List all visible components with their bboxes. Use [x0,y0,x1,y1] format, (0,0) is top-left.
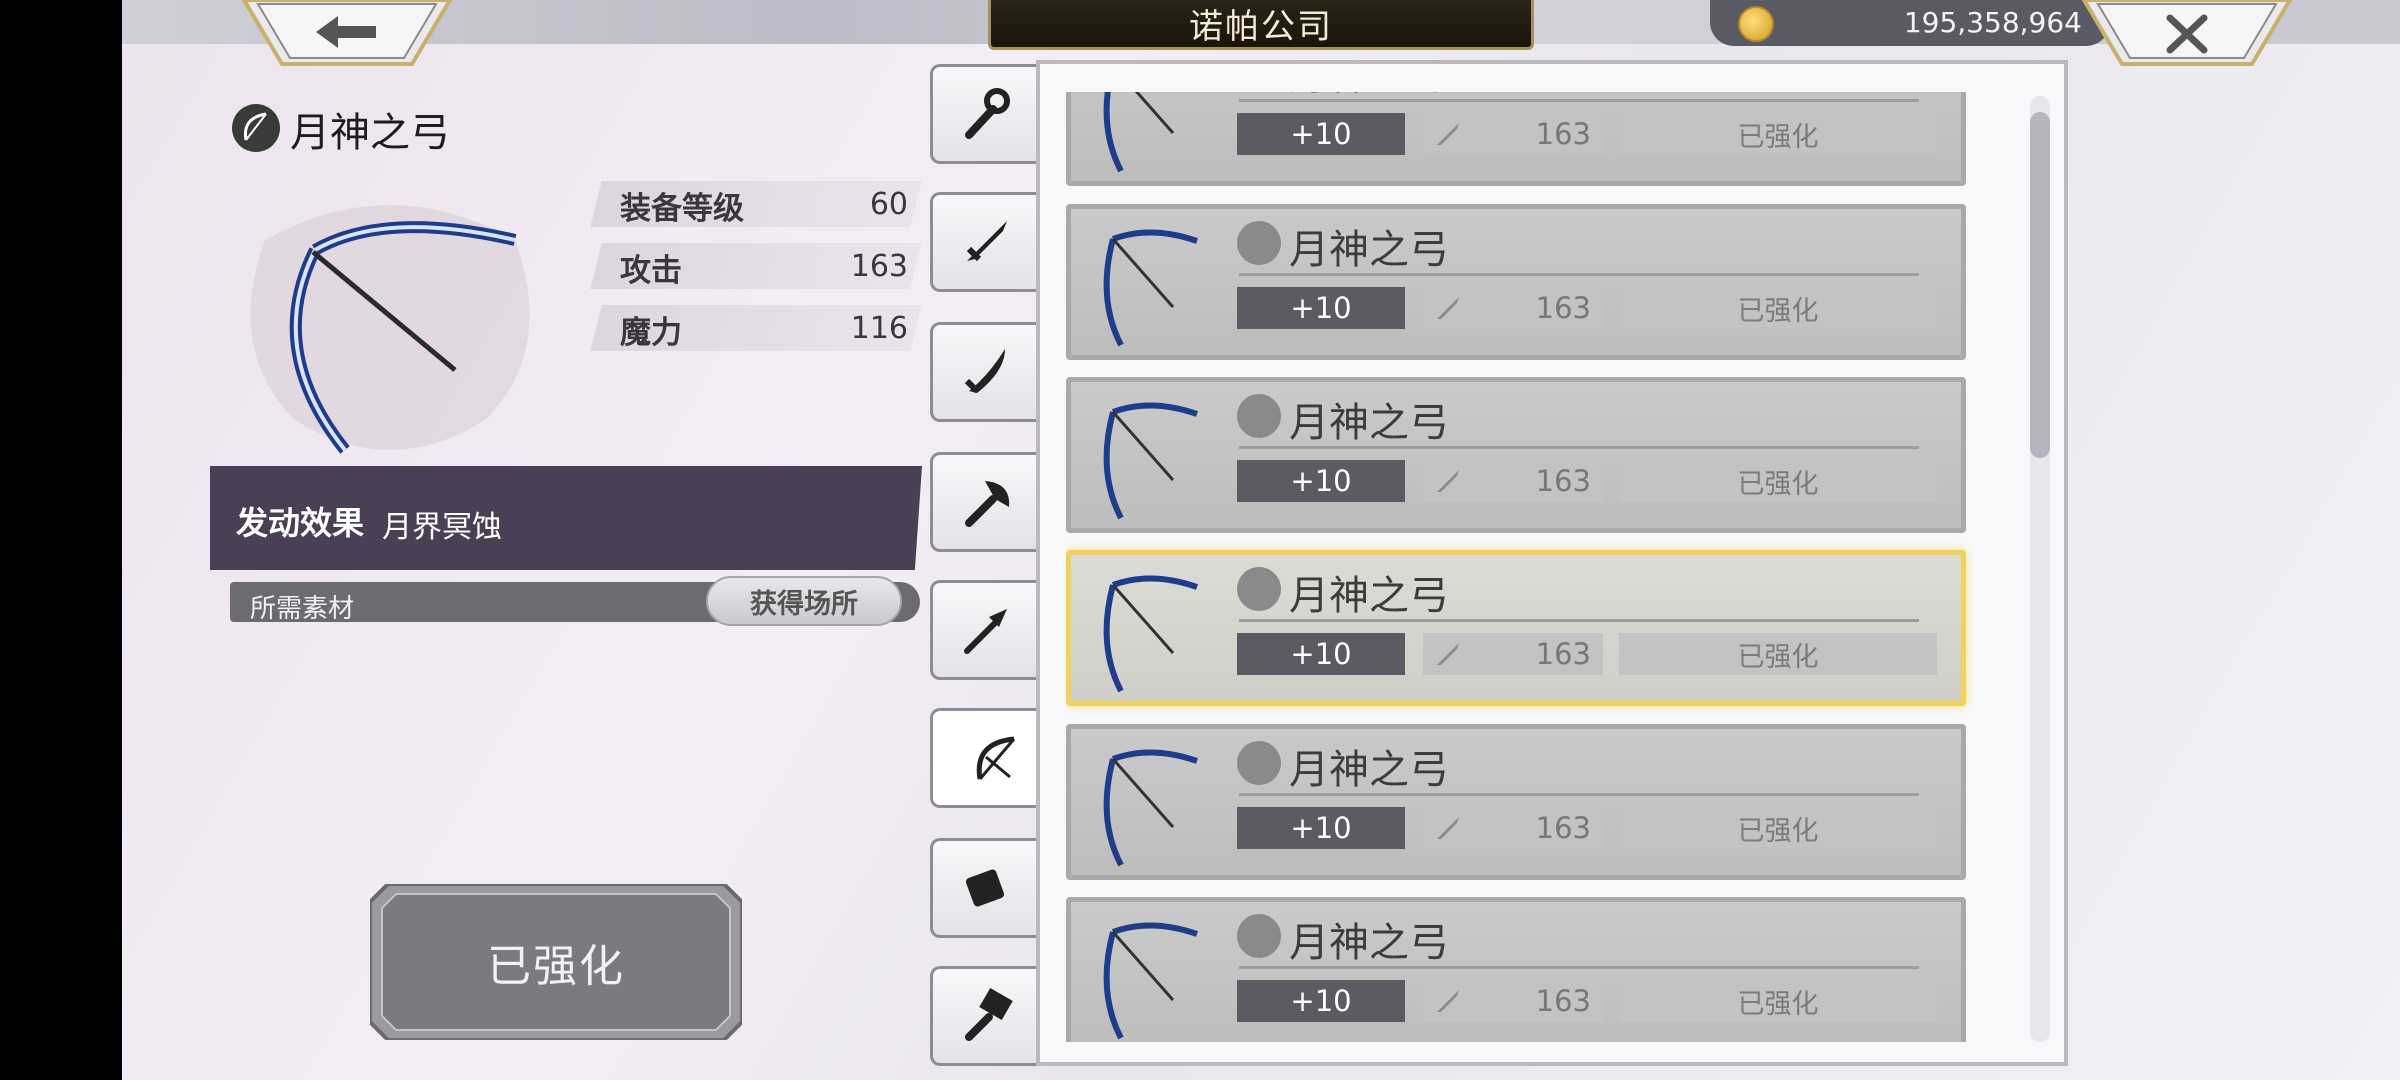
bow-class-icon [1237,914,1281,958]
weapon-image [225,180,555,470]
bow-thumbnail [1103,229,1198,347]
tab-hammer[interactable] [930,966,1038,1066]
page-title: 诺帕公司 [1189,7,1333,47]
divider [1239,446,1919,449]
status-badge: 已强化 [1619,287,1937,329]
materials-label: 所需素材 [250,594,355,624]
item-name: 月神之弓 [290,110,450,156]
arrow-left-icon [241,0,453,66]
scrollbar-thumb[interactable] [2030,112,2050,458]
divider [1239,793,1919,796]
list-item[interactable]: 月神之弓 +10 163 已强化 [1066,92,1966,186]
status-badge: 已强化 [1619,460,1937,502]
enhance-level-badge: +10 [1237,113,1405,155]
stat-value: 60 [869,187,908,222]
bow-thumbnail [1103,749,1198,867]
saber-icon [964,349,1005,394]
enhance-level-badge: +10 [1237,287,1405,329]
stat-value: 116 [850,311,908,346]
attack-value: 163 [1535,291,1591,325]
item-name: 月神之弓 [1289,747,1449,793]
bow-thumbnail [1103,575,1198,693]
attack-sword-icon [1437,990,1459,1012]
gauntlet-icon [965,869,1004,907]
tab-axe[interactable] [930,452,1038,552]
stat-value: 163 [850,249,908,284]
attack-value: 163 [1535,464,1591,498]
sword-icon [966,221,1007,262]
attack-sword-icon [1437,817,1459,839]
tab-sword[interactable] [930,192,1038,292]
item-name: 月神之弓 [1289,227,1449,273]
enhance-level-badge: +10 [1237,807,1405,849]
divider [1239,99,1919,102]
acquisition-source-button[interactable]: 获得场所 [706,576,902,626]
effect-value: 月界冥蚀 [382,510,502,545]
bow-thumbnail [1103,402,1198,520]
hammer-icon [964,987,1013,1041]
divider [1239,619,1919,622]
enhanced-button-label: 已强化 [487,941,625,992]
spear-icon [963,609,1007,654]
bow-thumbnail [1103,92,1175,173]
enhance-level-badge: +10 [1237,633,1405,675]
equipment-list[interactable]: 月神之弓 +10 163 已强化 月神之弓 +10 163 已强化 月神之弓 +… [1066,92,2038,1042]
tab-staff[interactable] [930,64,1038,164]
enhanced-button[interactable]: 已强化 [368,882,744,1042]
item-name: 月神之弓 [1289,920,1449,966]
staff-icon [964,88,1010,139]
attack-sword-icon [1437,123,1459,145]
back-button[interactable] [241,0,453,66]
item-name: 月神之弓 [1289,573,1449,619]
item-name: 月神之弓 [1289,400,1449,446]
currency-amount: 195,358,964 [1903,6,2082,39]
close-button[interactable] [2081,0,2293,66]
bow-icon [976,736,1015,780]
attack-value: 163 [1535,811,1591,845]
status-badge: 已强化 [1619,980,1937,1022]
bow-class-icon [1237,567,1281,611]
status-badge: 已强化 [1619,807,1937,849]
bow-class-icon [1237,741,1281,785]
stat-label: 魔力 [620,315,682,351]
enhance-level-badge: +10 [1237,980,1405,1022]
gold-coin-icon [1738,6,1774,42]
list-item[interactable]: 月神之弓 +10 163 已强化 [1066,377,1966,533]
list-item[interactable]: 月神之弓 +10 163 已强化 [1066,204,1966,360]
list-item[interactable]: 月神之弓 +10 163 已强化 [1066,897,1966,1042]
tab-spear[interactable] [930,580,1038,680]
attack-sword-icon [1437,297,1459,319]
list-item-selected[interactable]: 月神之弓 +10 163 已强化 [1066,550,1966,706]
effect-label: 发动效果 [236,504,365,542]
tab-saber[interactable] [930,322,1038,422]
divider [1239,966,1919,969]
status-badge: 已强化 [1619,113,1937,155]
tab-gauntlet[interactable] [930,838,1038,938]
bow-class-icon [1237,221,1281,265]
bow-thumbnail [1103,922,1198,1040]
attack-value: 163 [1535,637,1591,671]
close-x-icon [2081,0,2293,66]
bow-class-icon [232,104,280,152]
attack-sword-icon [1437,470,1459,492]
list-item[interactable]: 月神之弓 +10 163 已强化 [1066,724,1966,880]
stat-label: 攻击 [620,253,682,289]
bow-class-icon [1237,394,1281,438]
attack-sword-icon [1437,643,1459,665]
stat-label: 装备等级 [620,191,744,227]
attack-value: 163 [1535,984,1591,1018]
title-plate: 诺帕公司 [988,0,1534,50]
attack-value: 163 [1535,117,1591,151]
letterbox [0,0,122,1080]
divider [1239,273,1919,276]
axe-icon [964,481,1009,527]
enhance-level-badge: +10 [1237,460,1405,502]
status-badge: 已强化 [1619,633,1937,675]
